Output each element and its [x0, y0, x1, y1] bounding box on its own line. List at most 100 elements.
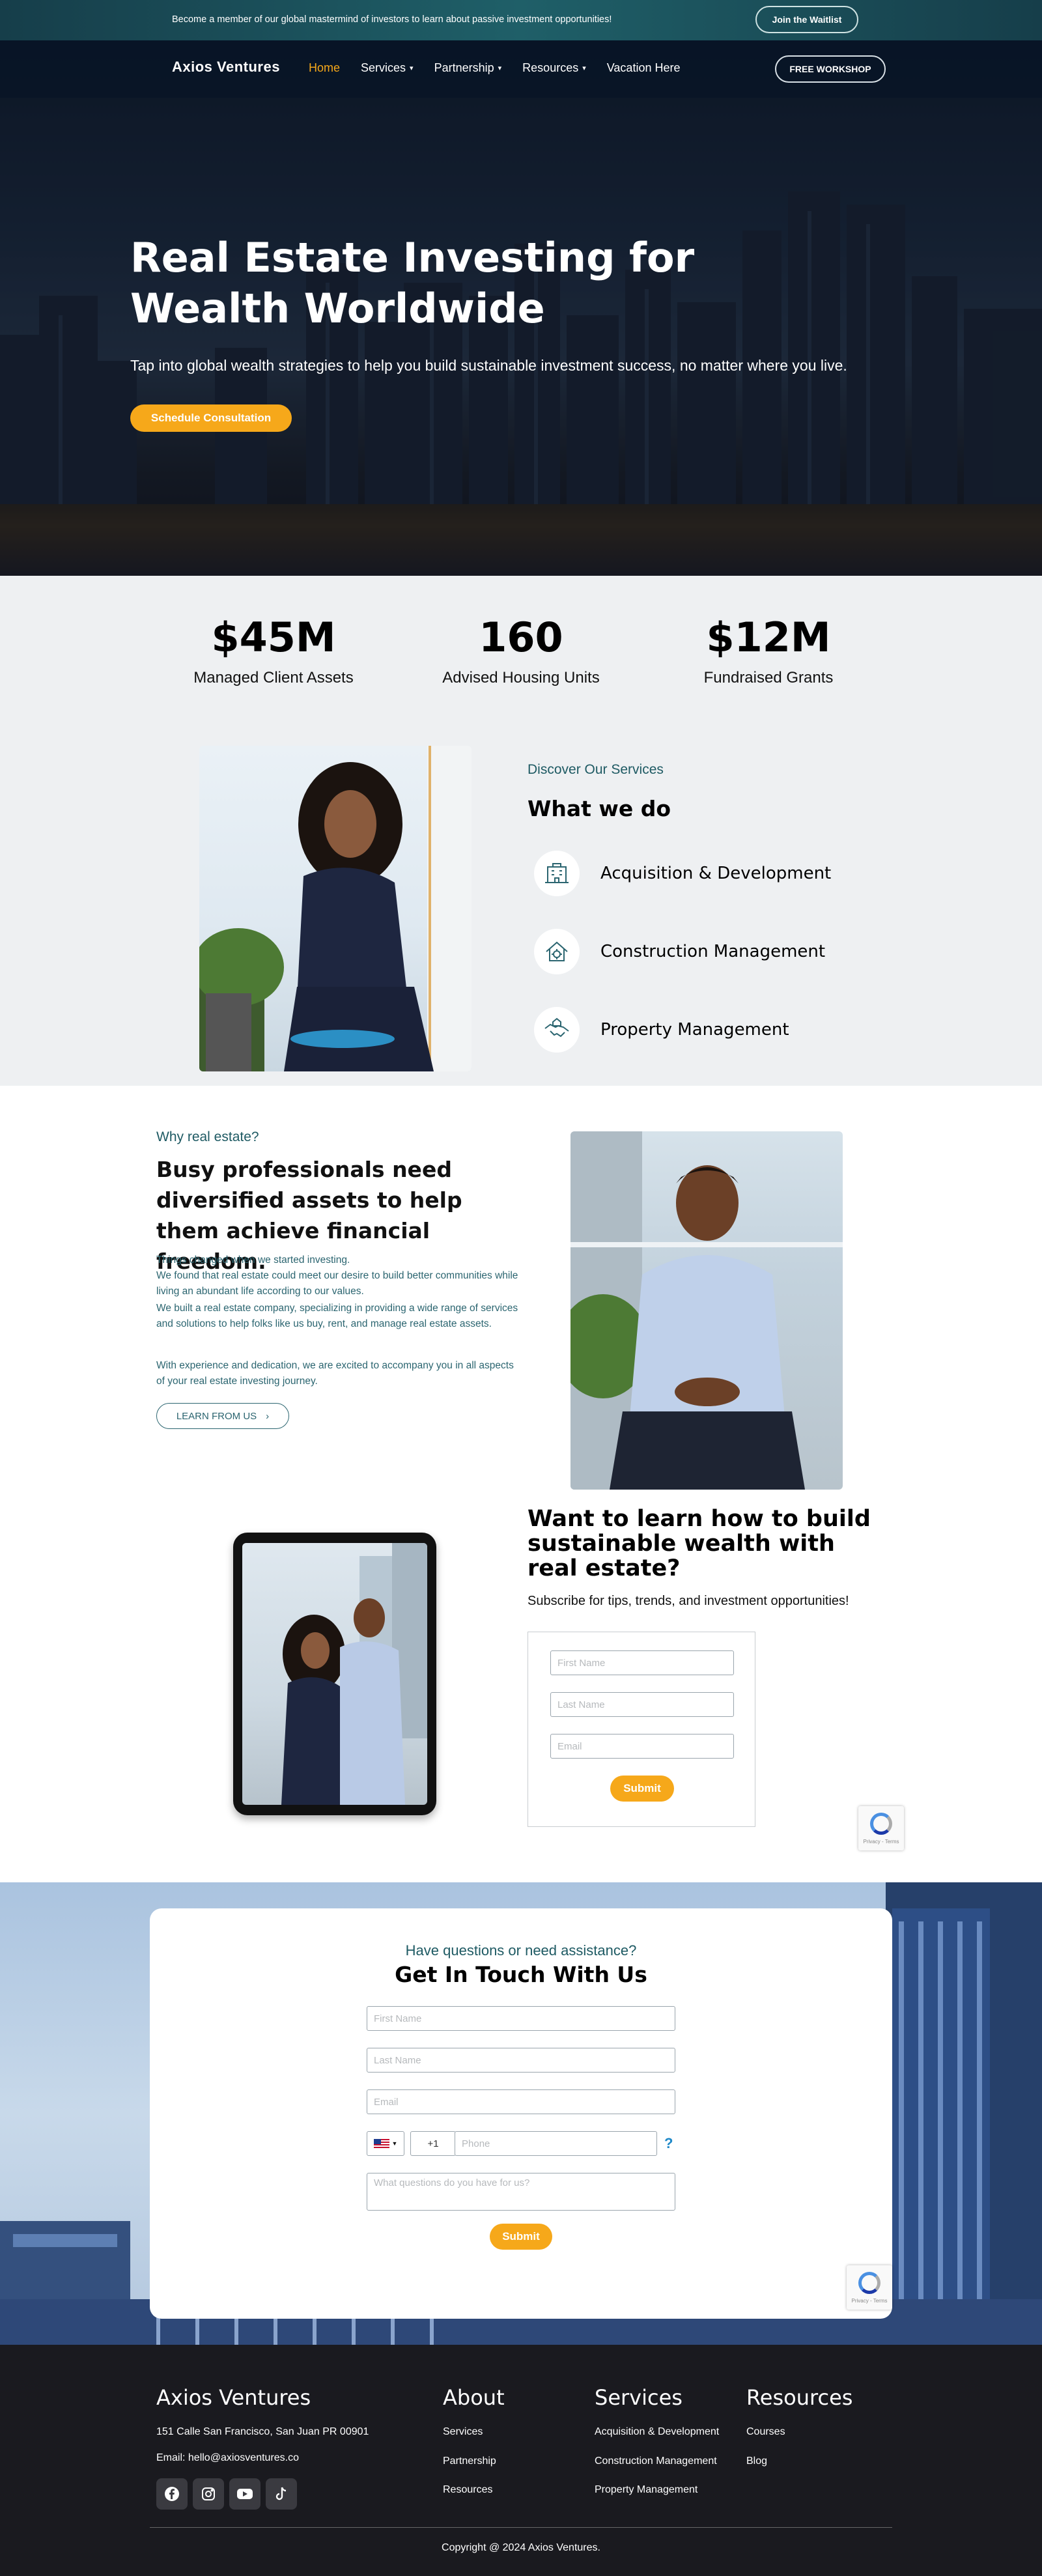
announcement-text: Become a member of our global mastermind…: [172, 14, 612, 25]
nav-item-resources[interactable]: Resources ▾: [522, 61, 586, 75]
stats-services-section: $45M Managed Client Assets 160 Advised H…: [0, 576, 1042, 1086]
footer-brand: Axios Ventures: [156, 2385, 311, 2410]
stat-value: $12M: [706, 614, 831, 661]
footer-divider: [150, 2527, 892, 2528]
recaptcha-text: Privacy - Terms: [851, 2297, 888, 2304]
stat-label: Fundraised Grants: [703, 669, 834, 686]
nav-item-label: Vacation Here: [606, 61, 681, 74]
chevron-right-icon: ›: [266, 1410, 270, 1422]
couple-photo: [242, 1543, 427, 1805]
service-label: Acquisition & Development: [600, 864, 832, 883]
nav-item-label: Resources: [522, 61, 579, 74]
subscribe-form: First Name Last Name Email Submit: [528, 1632, 755, 1827]
recaptcha-badge[interactable]: Privacy - Terms: [847, 2265, 892, 2310]
footer-link-acquisition[interactable]: Acquisition & Development: [595, 2426, 719, 2438]
chevron-down-icon: ▾: [498, 64, 502, 72]
free-workshop-button[interactable]: FREE WORKSHOP: [775, 55, 886, 83]
why-paragraph: With experience and dedication, we are e…: [156, 1360, 514, 1387]
phone-input[interactable]: Phone: [455, 2131, 657, 2156]
tiktok-icon[interactable]: [266, 2478, 297, 2510]
message-textarea[interactable]: What questions do you have for us?: [367, 2173, 675, 2211]
button-label: LEARN FROM US: [176, 1410, 257, 1422]
main-navigation: Axios Ventures Home Services ▾ Partnership ▾…: [0, 40, 1042, 98]
last-name-input[interactable]: Last Name: [367, 2048, 675, 2073]
subscribe-text: Subscribe for tips, trends, and investme…: [528, 1594, 849, 1608]
footer-address: 151 Calle San Francisco, San Juan PR 009…: [156, 2426, 369, 2437]
learn-from-us-button[interactable]: LEARN FROM US ›: [156, 1403, 289, 1429]
service-property[interactable]: Property Management: [534, 1007, 789, 1053]
nav-links: Home Services ▾ Partnership ▾ Resources ▾ Vacat…: [309, 61, 701, 75]
hero-subtitle: Tap into global wealth strategies to hel…: [130, 357, 847, 374]
footer-link-construction[interactable]: Construction Management: [595, 2456, 717, 2467]
building-icon: [534, 851, 580, 896]
footer-email[interactable]: Email: hello@axiosventures.co: [156, 2452, 299, 2464]
nav-item-label: Home: [309, 61, 341, 74]
first-name-input[interactable]: First Name: [367, 2006, 675, 2031]
tablet-mockup-image: [233, 1533, 436, 1815]
service-acquisition[interactable]: Acquisition & Development: [534, 851, 831, 896]
stat-label: Managed Client Assets: [193, 669, 354, 686]
contact-section: Have questions or need assistance? Get I…: [0, 1882, 1042, 2345]
why-real-estate-section: Why real estate? Busy professionals need…: [0, 1086, 1042, 1882]
service-label: Property Management: [600, 1020, 789, 1040]
first-name-input[interactable]: First Name: [550, 1650, 734, 1675]
country-select[interactable]: ▼: [367, 2131, 404, 2156]
footer-link-courses[interactable]: Courses: [746, 2426, 785, 2438]
nav-item-vacation-here[interactable]: Vacation Here: [607, 61, 681, 75]
handshake-icon: [534, 1007, 580, 1053]
nav-item-partnership[interactable]: Partnership ▾: [434, 61, 502, 75]
instagram-icon[interactable]: [193, 2478, 224, 2510]
contact-title: Get In Touch With Us: [395, 1962, 647, 1987]
man-portrait-photo: [570, 1131, 843, 1490]
services-title: What we do: [528, 796, 671, 821]
join-waitlist-button[interactable]: Join the Waitlist: [755, 6, 858, 33]
facebook-icon[interactable]: [156, 2478, 188, 2510]
contact-submit-button[interactable]: Submit: [490, 2224, 552, 2250]
service-construction[interactable]: Construction Management: [534, 929, 825, 974]
stat-grants: $12M Fundraised Grants: [661, 614, 876, 687]
schedule-consultation-button[interactable]: Schedule Consultation: [130, 404, 292, 432]
nav-item-label: Services: [361, 61, 406, 74]
subscribe-submit-button[interactable]: Submit: [610, 1776, 674, 1802]
why-paragraph: We built a real estate company, speciali…: [156, 1303, 518, 1329]
footer-services-heading: Services: [595, 2385, 683, 2410]
help-icon[interactable]: ?: [664, 2135, 673, 2152]
stat-housing-units: 160 Advised Housing Units: [414, 614, 628, 687]
contact-kicker: Have questions or need assistance?: [405, 1942, 637, 1959]
footer-link-partnership[interactable]: Partnership: [443, 2456, 496, 2467]
recaptcha-badge[interactable]: Privacy - Terms: [858, 1806, 904, 1850]
us-flag-icon: [373, 2138, 389, 2149]
footer-resources-heading: Resources: [746, 2385, 853, 2410]
last-name-input[interactable]: Last Name: [550, 1692, 734, 1717]
why-paragraph: We found that real estate could meet our…: [156, 1270, 518, 1297]
footer-link-blog[interactable]: Blog: [746, 2456, 767, 2467]
email-input[interactable]: Email: [367, 2089, 675, 2114]
youtube-icon[interactable]: [229, 2478, 260, 2510]
stat-value: $45M: [211, 614, 336, 661]
footer-about-heading: About: [443, 2385, 505, 2410]
site-footer: Axios Ventures 151 Calle San Francisco, …: [0, 2345, 1042, 2576]
nav-item-home[interactable]: Home: [309, 61, 340, 75]
caret-down-icon: ▼: [391, 2140, 398, 2147]
email-input[interactable]: Email: [550, 1734, 734, 1759]
recaptcha-icon: [870, 1812, 892, 1835]
stat-label: Advised Housing Units: [442, 669, 600, 686]
chevron-down-icon: ▾: [410, 64, 414, 72]
why-paragraph: Things changed when we started investing…: [156, 1254, 350, 1266]
contact-card: Have questions or need assistance? Get I…: [150, 1908, 892, 2319]
woman-portrait-photo: [199, 746, 472, 1071]
services-kicker: Discover Our Services: [528, 762, 664, 777]
site-logo[interactable]: Axios Ventures: [172, 59, 280, 76]
hero-section: Axios Ventures Home Services ▾ Partnership ▾…: [0, 40, 1042, 576]
why-kicker: Why real estate?: [156, 1129, 259, 1144]
copyright-text: Copyright @ 2024 Axios Ventures.: [442, 2542, 600, 2553]
dial-code: +1: [410, 2131, 456, 2156]
footer-link-services[interactable]: Services: [443, 2426, 483, 2438]
footer-link-property[interactable]: Property Management: [595, 2484, 697, 2496]
house-gear-icon: [534, 929, 580, 974]
announcement-bar: Become a member of our global mastermind…: [0, 0, 1042, 40]
recaptcha-icon: [858, 2271, 880, 2294]
nav-item-services[interactable]: Services ▾: [361, 61, 414, 75]
recaptcha-text: Privacy - Terms: [863, 1838, 899, 1845]
footer-link-resources[interactable]: Resources: [443, 2484, 492, 2496]
